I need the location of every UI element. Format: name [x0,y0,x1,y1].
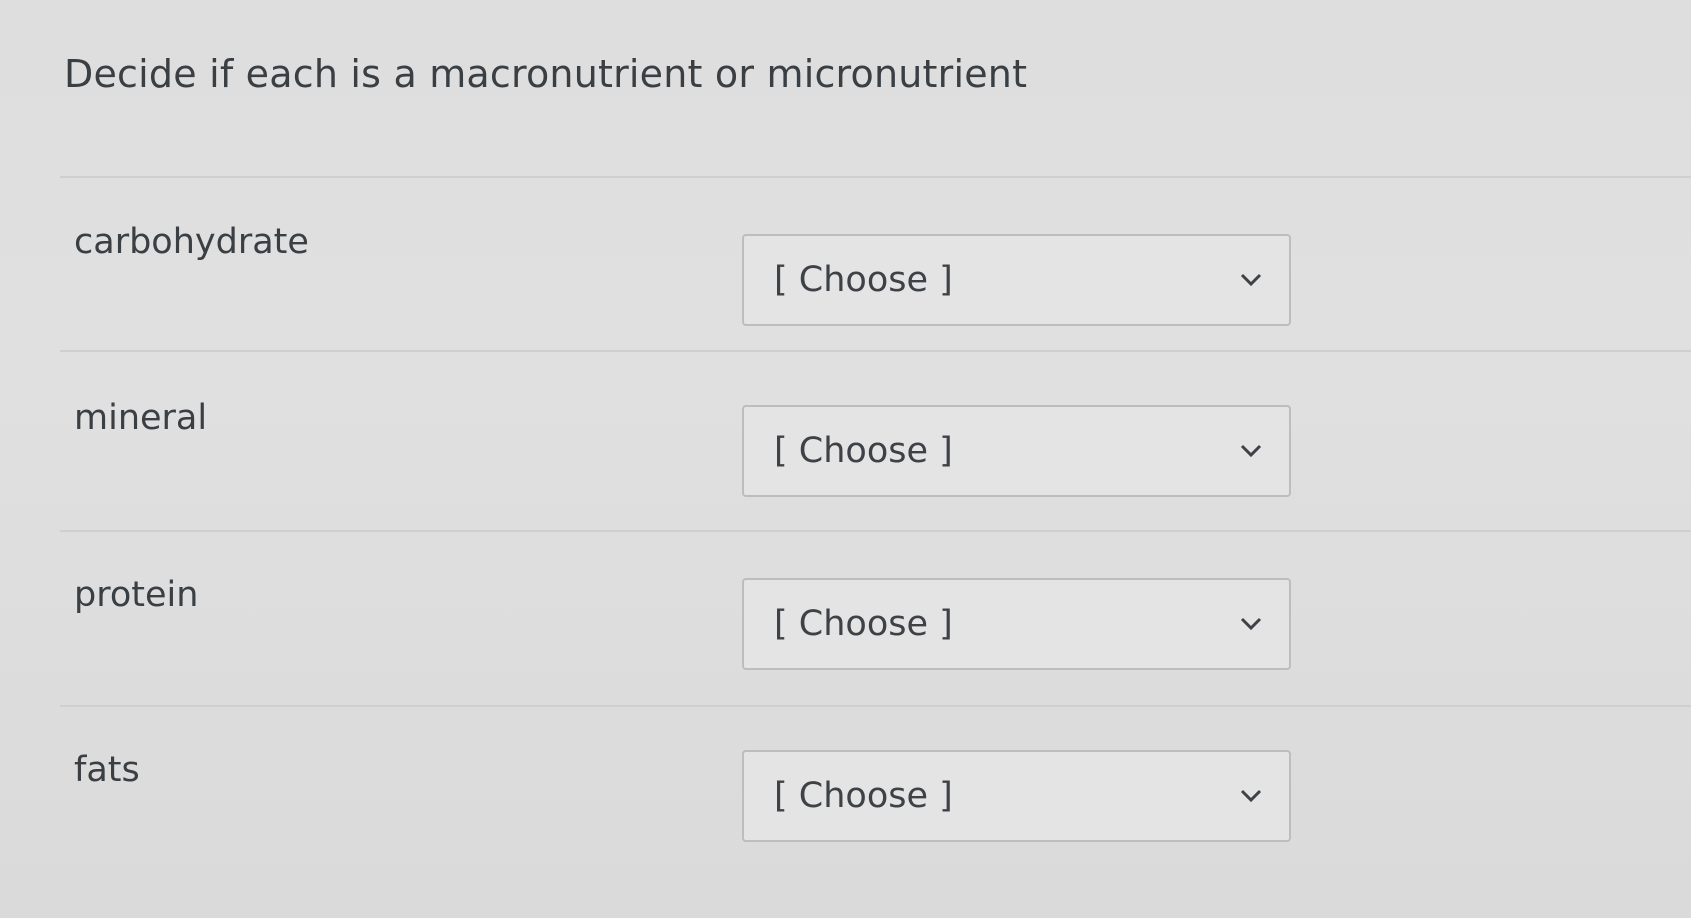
divider [60,350,1691,352]
divider [60,705,1691,707]
quiz-question-screen: Decide if each is a macronutrient or mic… [0,0,1691,918]
question-text: Decide if each is a macronutrient or mic… [64,52,1028,96]
divider [60,530,1691,532]
divider [60,176,1691,178]
dropdown-carbohydrate[interactable]: [ Choose ] [742,234,1291,326]
dropdown-value: [ Choose ] [774,431,953,471]
dropdown-value: [ Choose ] [774,776,953,816]
chevron-down-icon [1240,789,1262,803]
dropdown-fats[interactable]: [ Choose ] [742,750,1291,842]
row-label-protein: protein [74,575,199,615]
row-label-carbohydrate: carbohydrate [74,222,309,262]
row-label-mineral: mineral [74,398,208,438]
dropdown-protein[interactable]: [ Choose ] [742,578,1291,670]
dropdown-value: [ Choose ] [774,604,953,644]
row-label-fats: fats [74,750,140,790]
chevron-down-icon [1240,444,1262,458]
dropdown-value: [ Choose ] [774,260,953,300]
chevron-down-icon [1240,617,1262,631]
chevron-down-icon [1240,273,1262,287]
dropdown-mineral[interactable]: [ Choose ] [742,405,1291,497]
